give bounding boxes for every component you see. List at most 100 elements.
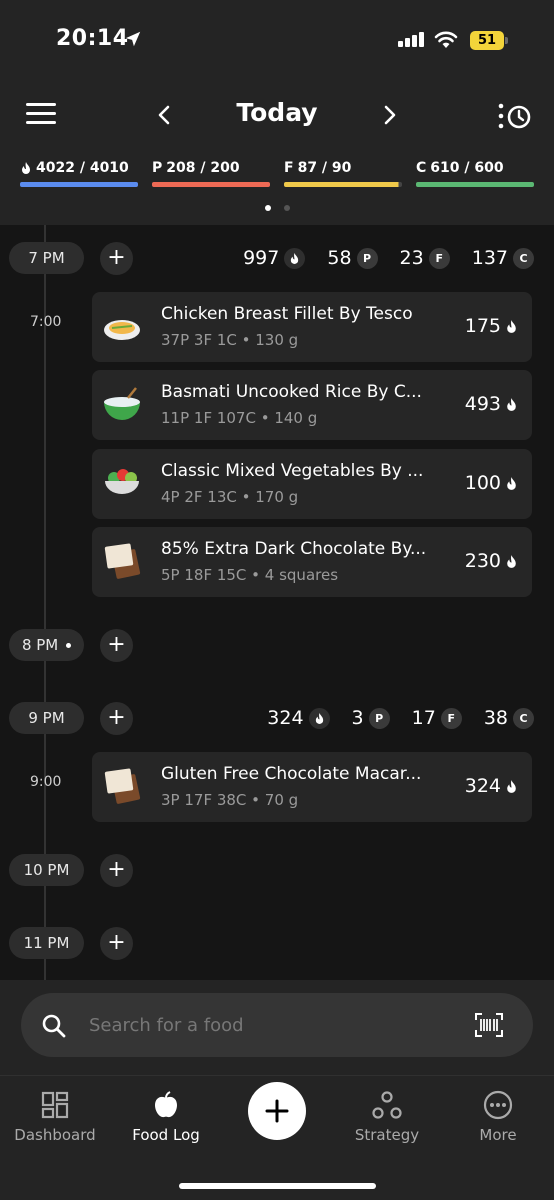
food-calories: 100 [464,472,501,494]
macro-carbs-label: 610 / 600 [430,160,504,176]
bottom-tab-bar: Dashboard Food Log Strategy More [0,1075,554,1200]
food-macros: 37P 3F 1C • 130 g [161,331,299,349]
food-macros: 11P 1F 107C • 140 g [161,409,318,427]
macro-fat-label: 87 / 90 [297,160,352,176]
chocolate-icon [104,768,141,804]
hour-label-11pm[interactable]: 11 PM [9,927,84,959]
macro-carbs-prefix: C [416,160,427,176]
add-food-8pm-button[interactable]: + [100,629,133,662]
hour-totals-9pm: 324 3P 17 F 38 C [245,707,534,729]
add-food-7pm-button[interactable]: + [100,242,133,275]
tab-label: Dashboard [14,1126,96,1144]
history-clock-icon[interactable] [496,98,534,134]
macro-summary[interactable]: 4022 / 4010 P 208 / 200 F 87 / 90 C 610 … [20,160,534,187]
food-name: 85% Extra Dark Chocolate By... [161,539,427,559]
food-macros: 3P 17F 38C • 70 g [161,791,299,809]
chocolate-icon [104,543,141,579]
flame-icon [284,247,306,269]
cellular-signal-icon [398,32,424,47]
carbs-badge: C [513,707,534,729]
food-calories: 175 [464,315,501,337]
tab-label: Food Log [132,1126,200,1144]
strategy-icon [372,1091,402,1119]
macro-protein-bar [152,182,270,187]
macro-protein-prefix: P [152,160,163,176]
hour-calories: 324 [267,707,304,729]
search-area [0,980,554,1075]
search-icon [42,1014,66,1038]
battery-cap [505,37,508,44]
apple-icon [155,1091,177,1118]
bowl-icon [104,387,140,420]
macro-protein: P 208 / 200 [152,160,270,187]
dashboard-icon [41,1091,69,1119]
food-entry-card[interactable]: Gluten Free Chocolate Macar... 3P 17F 38… [92,752,532,822]
food-macros: 5P 18F 15C • 4 squares [161,566,339,584]
search-input[interactable] [89,1009,449,1041]
food-entry-card[interactable]: Chicken Breast Fillet By Tesco 37P 3F 1C… [92,292,532,362]
page-dot [283,205,290,211]
status-bar: 20:14 51 [0,0,554,80]
fat-badge: F [440,707,462,729]
carbs-badge: C [513,247,534,269]
food-entry-card[interactable]: 85% Extra Dark Chocolate By... 5P 18F 15… [92,527,532,597]
macro-fat-bar [284,182,402,187]
fat-badge: F [428,247,450,269]
status-time: 20:14 [56,26,129,51]
battery-level: 51 [470,31,504,50]
flame-icon [308,707,330,729]
hour-carbs: 38 [483,707,508,729]
flame-icon [507,779,516,793]
food-calories: 230 [464,550,501,572]
location-arrow-icon [125,31,141,47]
hour-label-9pm[interactable]: 9 PM [9,702,84,734]
more-icon [483,1090,513,1120]
food-timeline[interactable]: 7 PM + 997 58 P 23 F 137 C 7:00 Chicken Bre… [0,225,554,980]
macro-carbs: C 610 / 600 [416,160,534,187]
hour-carbs: 137 [471,247,508,269]
flame-icon [507,554,516,568]
hour-totals-7pm: 997 58 P 23 F 137 C [221,247,534,269]
wifi-icon [434,31,458,48]
protein-badge: P [356,247,378,269]
add-food-11pm-button[interactable]: + [100,927,133,960]
tab-label: Strategy [354,1126,420,1144]
food-name: Gluten Free Chocolate Macar... [161,764,422,784]
macro-carbs-bar [416,182,534,187]
tab-food-log[interactable]: Food Log [111,1090,221,1144]
hour-label-7pm[interactable]: 7 PM [9,242,84,274]
flame-icon [507,476,516,490]
tab-dashboard[interactable]: Dashboard [0,1090,110,1144]
macro-fat-prefix: F [284,160,294,176]
hour-protein: 58 [327,247,352,269]
search-bar[interactable] [21,993,533,1057]
page-indicator[interactable] [0,205,554,211]
add-food-9pm-button[interactable]: + [100,702,133,735]
hour-fat: 23 [399,247,424,269]
tab-strategy[interactable]: Strategy [332,1090,442,1144]
page-dot-active [264,205,271,211]
current-hour-dot [66,643,72,648]
food-name: Basmati Uncooked Rice By C... [161,382,422,402]
barcode-scan-icon[interactable] [474,1012,504,1038]
hour-label-10pm[interactable]: 10 PM [9,854,84,886]
flame-icon [22,162,30,174]
food-calories: 324 [464,775,501,797]
tab-more[interactable]: More [443,1090,553,1144]
protein-badge: P [368,707,390,729]
tab-label: More [479,1126,517,1144]
food-entry-card[interactable]: Basmati Uncooked Rice By C... 11P 1F 107… [92,370,532,440]
add-food-10pm-button[interactable]: + [100,854,133,887]
page-title: Today [236,98,318,127]
entry-time: 9:00 [30,774,62,790]
home-indicator [179,1183,376,1189]
hour-label-text: 8 PM [21,636,59,654]
add-button[interactable] [248,1082,306,1140]
hour-label-8pm[interactable]: 8 PM [9,629,84,661]
entry-time: 7:00 [30,314,62,330]
macro-calories-bar [20,182,138,187]
salad-icon [105,469,139,494]
plus-icon [265,1099,289,1123]
food-entry-card[interactable]: Classic Mixed Vegetables By ... 4P 2F 13… [92,449,532,519]
next-day-chevron-icon[interactable] [376,102,402,128]
